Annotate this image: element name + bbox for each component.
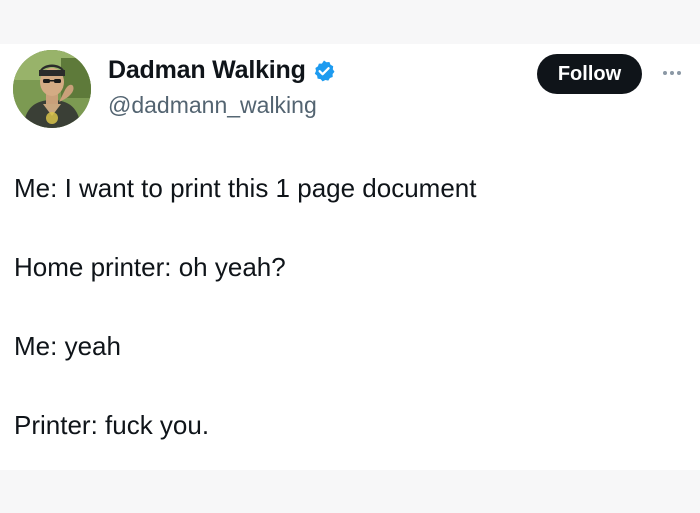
follow-button[interactable]: Follow: [537, 54, 642, 94]
author-handle[interactable]: @dadmann_walking: [108, 92, 317, 119]
ellipsis-icon: [663, 71, 681, 75]
tweet-text-line: Printer: fuck you.: [14, 410, 210, 440]
avatar[interactable]: [13, 50, 91, 128]
more-options-button[interactable]: [655, 62, 689, 84]
tweet-text-line: Me: yeah: [14, 331, 121, 361]
author-display-name[interactable]: Dadman Walking: [108, 56, 306, 85]
profile-photo-icon: [13, 50, 91, 128]
tweet-card: Dadman Walking @dadmann_walking Follow M…: [0, 44, 700, 470]
verified-badge-icon: [312, 59, 336, 83]
tweet-text-line: Me: I want to print this 1 page document: [14, 173, 477, 203]
author-name-row: Dadman Walking: [108, 56, 336, 85]
tweet-text-line: Home printer: oh yeah?: [14, 252, 286, 282]
